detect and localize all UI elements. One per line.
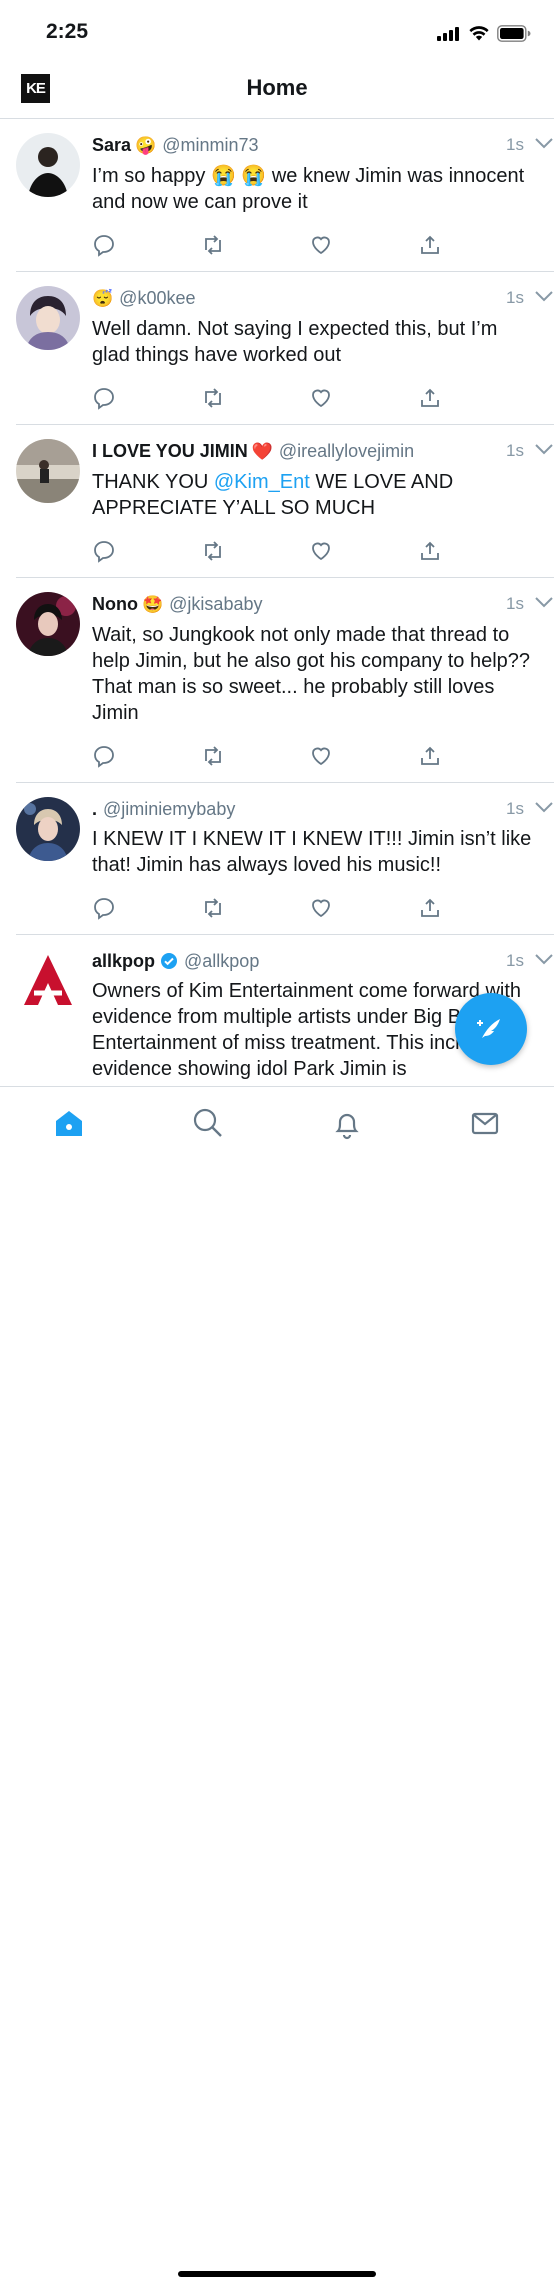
author-emoji: 🤩 (141, 595, 164, 614)
like-heart-icon[interactable] (309, 233, 333, 257)
tweet-text: Well damn. Not saying I expected this, b… (92, 318, 498, 366)
bottom-tab-bar (0, 1086, 554, 2277)
tweet-item[interactable]: I LOVE YOU JIMIN ❤️ @ireallylovejimin 1s T… (16, 425, 554, 578)
retweet-icon[interactable] (201, 386, 225, 410)
tweet-item[interactable]: . @jiminiemybaby 1s I KNEW IT I KNEW IT I… (16, 783, 554, 935)
tweet-text: I KNEW IT I KNEW IT I KNEW IT!!! Jimin i… (92, 828, 532, 876)
messages-envelope-icon[interactable] (467, 1105, 503, 1141)
retweet-icon[interactable] (201, 896, 225, 920)
tweet-actions (92, 896, 442, 934)
reply-icon[interactable] (92, 896, 116, 920)
tweet-time: 1s (506, 799, 524, 818)
like-heart-icon[interactable] (309, 539, 333, 563)
allkpop-logo-icon (16, 949, 80, 1013)
retweet-icon[interactable] (201, 233, 225, 257)
chevron-down-icon[interactable] (534, 137, 554, 149)
battery-icon (497, 25, 531, 42)
author-handle[interactable]: @k00kee (119, 288, 195, 308)
author-emoji: ❤️ (251, 442, 273, 461)
compose-tweet-button[interactable] (455, 993, 527, 1065)
tweet-time: 1s (506, 594, 524, 613)
status-bar: 2:25 (0, 0, 554, 66)
avatar[interactable] (16, 797, 80, 861)
like-heart-icon[interactable] (309, 744, 333, 768)
avatar[interactable] (16, 133, 80, 197)
notifications-bell-icon[interactable] (329, 1105, 365, 1141)
home-icon[interactable] (51, 1105, 87, 1141)
tweet-time: 1s (506, 951, 524, 970)
author-name[interactable]: Sara (92, 135, 131, 155)
tweet-text: I’m so happy 😭 😭 we knew Jimin was innoc… (92, 165, 525, 213)
tweet-item[interactable]: Nono 🤩 @jkisababy 1s Wait, so Jungkook not… (16, 578, 554, 783)
chevron-down-icon[interactable] (534, 801, 554, 813)
tweet-time: 1s (506, 288, 524, 307)
author-name[interactable]: allkpop (92, 951, 155, 971)
tweet-actions (92, 233, 442, 271)
verified-badge-icon (161, 953, 178, 969)
tweet-text: THANK YOU @Kim_Ent WE LOVE AND APPRECIAT… (92, 469, 534, 521)
chevron-down-icon[interactable] (534, 953, 554, 965)
reply-icon[interactable] (92, 233, 116, 257)
share-icon[interactable] (418, 896, 442, 920)
search-icon[interactable] (190, 1105, 226, 1141)
page-title: Home (246, 75, 308, 100)
author-handle[interactable]: @jiminiemybaby (103, 799, 235, 819)
tweet-item[interactable]: Sara 🤪 @minmin73 1s I’m so happy 😭 😭 we kn… (16, 119, 554, 272)
top-header: KE Home (0, 66, 554, 119)
chevron-down-icon[interactable] (534, 596, 554, 608)
author-name[interactable]: . (92, 799, 97, 819)
avatar[interactable] (16, 286, 80, 350)
chevron-down-icon[interactable] (534, 290, 554, 302)
tweet-text: Wait, so Jungkook not only made that thr… (92, 624, 531, 724)
author-handle[interactable]: @jkisababy (169, 594, 262, 614)
retweet-icon[interactable] (201, 744, 225, 768)
cellular-signal-icon (437, 27, 459, 41)
reply-icon[interactable] (92, 539, 116, 563)
avatar[interactable] (16, 949, 80, 1013)
tweet-actions (92, 386, 442, 424)
share-icon[interactable] (418, 744, 442, 768)
author-handle[interactable]: @ireallylovejimin (279, 441, 414, 461)
tweet-time: 1s (506, 135, 524, 154)
tweet-text-start: THANK YOU (92, 471, 214, 493)
like-heart-icon[interactable] (309, 386, 333, 410)
retweet-icon[interactable] (201, 539, 225, 563)
compose-feather-icon (477, 1019, 500, 1038)
status-time: 2:25 (46, 20, 89, 43)
author-handle[interactable]: @minmin73 (162, 135, 258, 155)
wifi-icon (469, 26, 489, 41)
avatar[interactable] (16, 592, 80, 656)
tweet-time: 1s (506, 441, 524, 460)
tweet-actions (92, 744, 442, 782)
share-icon[interactable] (418, 539, 442, 563)
author-handle[interactable]: @allkpop (184, 951, 259, 971)
author-name[interactable]: I LOVE YOU JIMIN (92, 441, 248, 461)
reply-icon[interactable] (92, 744, 116, 768)
share-icon[interactable] (418, 386, 442, 410)
like-heart-icon[interactable] (309, 896, 333, 920)
author-name[interactable]: Nono (92, 594, 138, 614)
home-indicator (178, 2271, 376, 2277)
author-emoji: 😴 (92, 289, 114, 308)
timeline-feed[interactable]: Sara 🤪 @minmin73 1s I’m so happy 😭 😭 we kn… (0, 119, 554, 1086)
author-emoji: 🤪 (135, 136, 157, 155)
avatar[interactable] (16, 439, 80, 503)
mention-link[interactable]: @Kim_Ent (214, 471, 310, 493)
chevron-down-icon[interactable] (534, 443, 554, 455)
reply-icon[interactable] (92, 386, 116, 410)
tweet-actions (92, 539, 442, 577)
tweet-item[interactable]: 😴 @k00kee 1s Well damn. Not saying I expe… (16, 272, 554, 425)
share-icon[interactable] (418, 233, 442, 257)
